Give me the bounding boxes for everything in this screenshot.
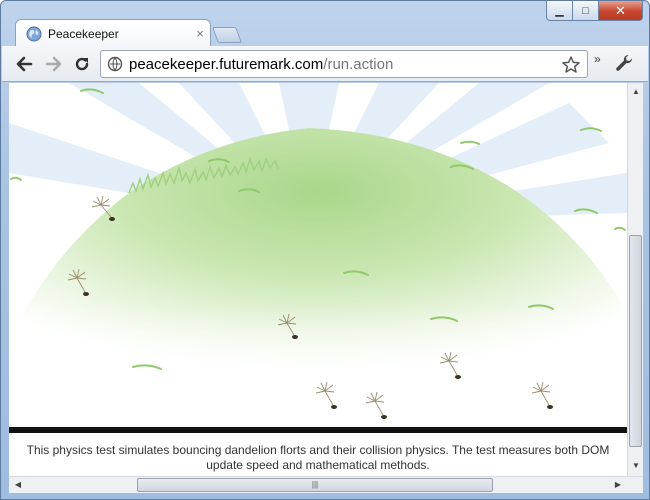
test-description: This physics test simulates bouncing dan… <box>26 443 610 472</box>
address-bar[interactable]: peacekeeper.futuremark.com/run.action <box>100 50 588 78</box>
vertical-scrollbar[interactable]: ▲ ▼ <box>627 83 643 476</box>
grip-icon: ||| <box>311 480 319 489</box>
close-window-button[interactable]: ✕ <box>599 1 643 21</box>
url-path: /run.action <box>323 55 394 73</box>
maximize-icon: □ <box>582 4 589 17</box>
minimize-button[interactable]: ▁ <box>546 1 573 21</box>
page-icon <box>107 56 123 72</box>
tab-peacekeeper[interactable]: Peacekeeper × <box>15 19 211 47</box>
page-viewport: This physics test simulates bouncing dan… <box>9 83 627 476</box>
horizontal-scroll-thumb[interactable]: ||| <box>137 478 493 492</box>
wrench-icon[interactable] <box>614 53 634 73</box>
window-controls: ▁ □ ✕ <box>546 1 643 23</box>
minimize-icon: ▁ <box>555 5 564 17</box>
back-arrow-icon <box>16 56 33 72</box>
dandelion-scene <box>9 83 627 431</box>
vertical-scroll-thumb[interactable] <box>629 235 642 447</box>
more-chevron-icon[interactable]: » <box>594 52 601 66</box>
new-tab-button[interactable] <box>212 27 242 43</box>
close-icon: ✕ <box>615 2 626 18</box>
reload-button[interactable] <box>70 52 94 76</box>
tab-close-icon[interactable]: × <box>190 26 210 41</box>
reload-icon <box>75 57 89 71</box>
bookmark-star-icon[interactable] <box>561 55 581 75</box>
forward-arrow-icon <box>45 56 62 72</box>
globe-icon <box>26 26 42 41</box>
scroll-left-icon[interactable]: ◀ <box>11 477 25 493</box>
ground-line <box>9 427 627 433</box>
toolbar: peacekeeper.futuremark.com/run.action » <box>2 46 648 82</box>
forward-button[interactable] <box>42 52 66 76</box>
url-host: peacekeeper.futuremark.com <box>129 55 324 73</box>
browser-window: ▁ □ ✕ Peacekeeper × peacekeeper.futurema… <box>0 0 650 500</box>
scroll-down-icon[interactable]: ▼ <box>628 459 644 473</box>
scroll-up-icon[interactable]: ▲ <box>628 85 644 99</box>
maximize-button[interactable]: □ <box>573 1 599 21</box>
tab-title: Peacekeeper <box>48 26 119 41</box>
horizontal-scrollbar[interactable]: ◀ ||| ▶ <box>9 476 643 493</box>
back-button[interactable] <box>12 52 36 76</box>
scroll-right-icon[interactable]: ▶ <box>611 477 625 493</box>
